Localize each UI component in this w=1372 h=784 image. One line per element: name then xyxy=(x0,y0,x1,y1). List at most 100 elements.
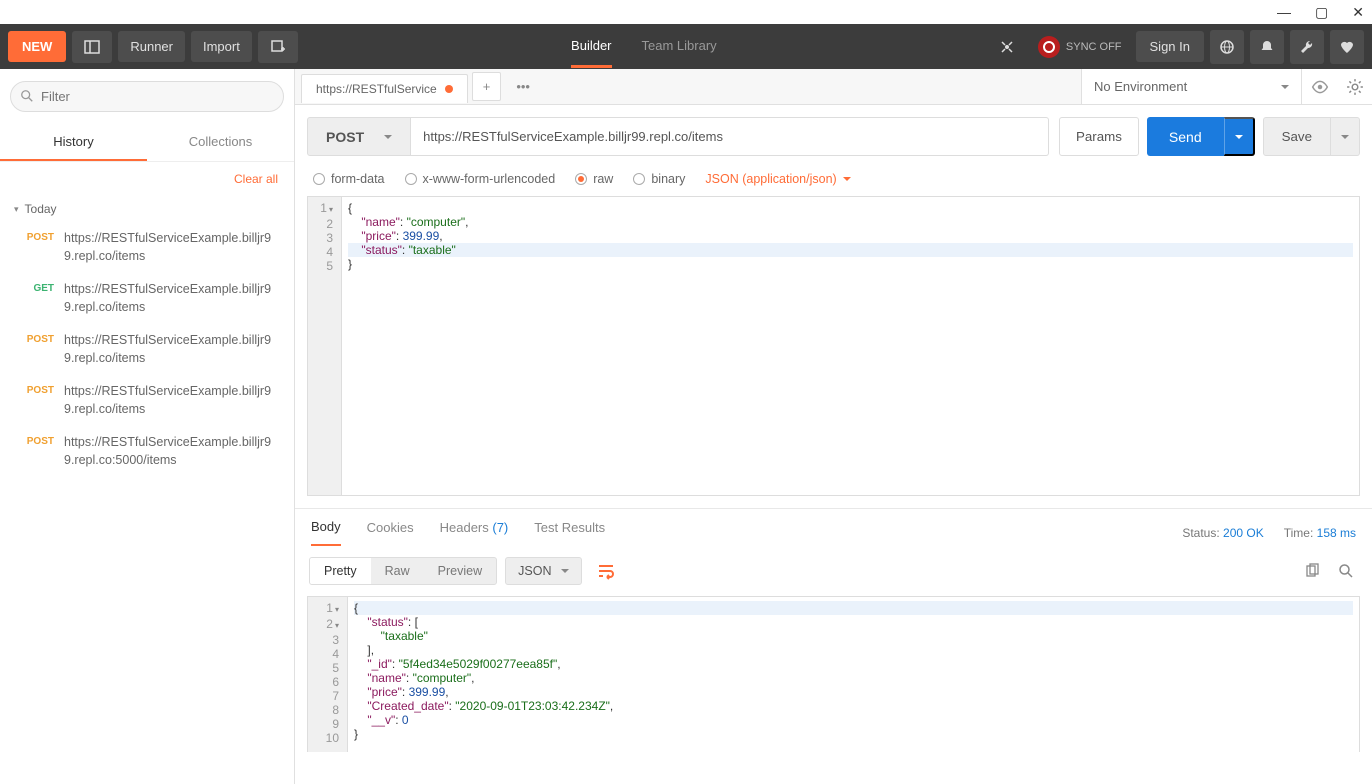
wrap-icon xyxy=(597,562,615,580)
chevron-down-icon xyxy=(384,135,392,143)
body-type-row: form-data x-www-form-urlencoded raw bina… xyxy=(295,168,1372,196)
code-area[interactable]: { "name": "computer", "price": 399.99, "… xyxy=(342,197,1359,495)
history-url: https://RESTfulServiceExample.billjr99.r… xyxy=(64,230,280,265)
status-value: 200 OK xyxy=(1223,526,1264,540)
body-type-urlencoded[interactable]: x-www-form-urlencoded xyxy=(405,172,556,186)
save-options-button[interactable] xyxy=(1331,117,1360,156)
history-item[interactable]: POSThttps://RESTfulServiceExample.billjr… xyxy=(0,375,294,426)
environment-settings-button[interactable] xyxy=(1337,69,1372,104)
response-tab-body[interactable]: Body xyxy=(311,519,341,546)
history-item[interactable]: POST https://RESTfulServiceExample.billjr… xyxy=(0,324,294,375)
history-method: POST xyxy=(14,332,54,367)
method-selector[interactable]: POST xyxy=(307,117,411,156)
copy-response-button[interactable] xyxy=(1300,559,1324,583)
history-url: https://RESTfulServiceExample.billjr99.r… xyxy=(64,332,280,367)
chevron-down-icon xyxy=(561,569,569,577)
response-tab-tests[interactable]: Test Results xyxy=(534,520,605,545)
history-url: https://RESTfulServiceExample.billjr99.r… xyxy=(64,383,280,418)
radio-icon xyxy=(405,173,417,185)
history-item[interactable]: GET https://RESTfulServiceExample.billjr9… xyxy=(0,273,294,324)
environment-selector[interactable]: No Environment xyxy=(1081,69,1301,104)
line-gutter: 12345678910 xyxy=(308,597,348,752)
clear-all-link[interactable]: Clear all xyxy=(0,162,294,196)
globe-icon xyxy=(1219,39,1235,55)
chevron-down-icon xyxy=(843,177,851,185)
sidebar-tab-collections[interactable]: Collections xyxy=(147,124,294,161)
body-type-binary[interactable]: binary xyxy=(633,172,685,186)
response-format-selector[interactable]: JSON xyxy=(505,557,582,585)
search-response-button[interactable] xyxy=(1334,559,1358,583)
status-label: Status: xyxy=(1182,526,1219,540)
history-item[interactable]: POST https://RESTfulServiceExample.billjr… xyxy=(0,222,294,273)
history-group-today[interactable]: Today xyxy=(0,196,294,222)
request-body-editor[interactable]: 12345 { "name": "computer", "price": 399… xyxy=(307,196,1360,496)
response-view-segment: Pretty Raw Preview xyxy=(309,557,497,585)
sign-in-button[interactable]: Sign In xyxy=(1136,31,1204,62)
browse-button[interactable] xyxy=(1210,30,1244,64)
minimize-icon[interactable]: — xyxy=(1277,4,1291,20)
send-button[interactable]: Send xyxy=(1147,117,1224,156)
body-type-raw[interactable]: raw xyxy=(575,172,613,186)
view-pretty[interactable]: Pretty xyxy=(310,558,371,584)
request-tab-label: https://RESTfulService xyxy=(316,82,437,96)
sync-icon xyxy=(1038,36,1060,58)
response-toolbar: Pretty Raw Preview JSON xyxy=(295,546,1372,596)
wrap-lines-button[interactable] xyxy=(590,556,622,586)
chevron-down-icon xyxy=(1281,85,1289,93)
heart-button[interactable] xyxy=(1330,30,1364,64)
environment-quicklook-button[interactable] xyxy=(1302,69,1337,104)
radio-icon xyxy=(575,173,587,185)
window-controls: — ▢ ✕ xyxy=(0,0,1372,24)
history-method: POST xyxy=(14,230,54,265)
gear-icon xyxy=(1346,78,1364,96)
radio-icon xyxy=(633,173,645,185)
response-tab-headers[interactable]: Headers (7) xyxy=(440,520,509,545)
body-type-form-data[interactable]: form-data xyxy=(313,172,385,186)
sync-status[interactable]: SYNC OFF xyxy=(1030,36,1130,58)
params-button[interactable]: Params xyxy=(1059,117,1139,156)
body-type-label: binary xyxy=(651,172,685,186)
sidebar-tab-history[interactable]: History xyxy=(0,124,147,161)
response-body-editor[interactable]: 12345678910 { "status": [ "taxable" ], "… xyxy=(307,596,1360,752)
history-url: https://RESTfulServiceExample.billjr99.r… xyxy=(64,434,280,469)
body-type-label: x-www-form-urlencoded xyxy=(423,172,556,186)
history-item[interactable]: POSThttps://RESTfulServiceExample.billjr… xyxy=(0,426,294,477)
view-raw[interactable]: Raw xyxy=(371,558,424,584)
filter-input[interactable] xyxy=(10,81,284,112)
close-icon[interactable]: ✕ xyxy=(1352,4,1364,21)
history-method: GET xyxy=(14,281,54,316)
response-format-label: JSON xyxy=(518,564,551,578)
body-type-label: form-data xyxy=(331,172,385,186)
url-input[interactable] xyxy=(411,117,1049,156)
new-button[interactable]: NEW xyxy=(8,31,66,62)
response-tab-label: Headers xyxy=(440,520,489,535)
send-options-button[interactable] xyxy=(1224,117,1255,156)
import-button[interactable]: Import xyxy=(191,31,252,62)
maximize-icon[interactable]: ▢ xyxy=(1315,4,1328,21)
tab-builder[interactable]: Builder xyxy=(571,26,611,68)
runner-button[interactable]: Runner xyxy=(118,31,185,62)
history-list: POST https://RESTfulServiceExample.billjr… xyxy=(0,222,294,477)
settings-button[interactable] xyxy=(1290,30,1324,64)
sync-label: SYNC OFF xyxy=(1066,41,1122,53)
sidebar: History Collections Clear all Today POST… xyxy=(0,69,295,784)
environment-label: No Environment xyxy=(1094,79,1187,94)
add-tab-button[interactable]: + xyxy=(472,72,502,101)
toggle-sidebar-button[interactable] xyxy=(72,31,112,63)
wrench-icon xyxy=(1299,39,1315,55)
method-label: POST xyxy=(326,129,364,145)
code-area: { "status": [ "taxable" ], "_id": "5f4ed… xyxy=(348,597,1359,752)
tab-options-button[interactable]: ••• xyxy=(505,72,541,101)
notifications-button[interactable] xyxy=(1250,30,1284,64)
response-tab-cookies[interactable]: Cookies xyxy=(367,520,414,545)
raw-content-type-selector[interactable]: JSON (application/json) xyxy=(705,172,850,186)
view-preview[interactable]: Preview xyxy=(424,558,496,584)
capture-button[interactable] xyxy=(990,30,1024,64)
new-window-button[interactable] xyxy=(258,31,298,63)
unsaved-dot-icon xyxy=(445,85,453,93)
history-url: https://RESTfulServiceExample.billjr99.r… xyxy=(64,281,280,316)
tab-team-library[interactable]: Team Library xyxy=(642,26,717,68)
save-button[interactable]: Save xyxy=(1263,117,1331,156)
request-tab-active[interactable]: https://RESTfulService xyxy=(301,74,468,103)
response-status: Status: 200 OK Time: 158 ms xyxy=(1182,526,1356,540)
